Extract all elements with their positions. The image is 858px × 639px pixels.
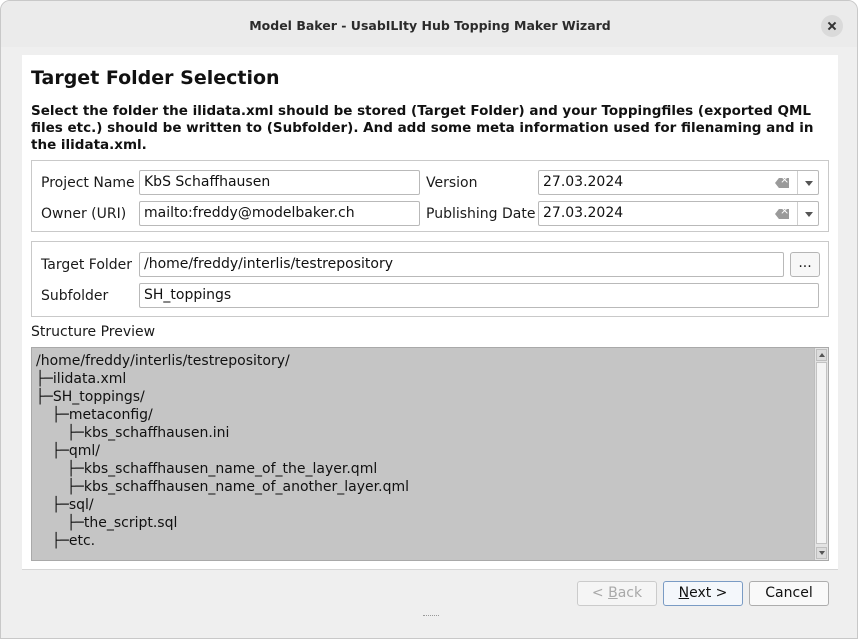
scroll-up-icon[interactable] <box>816 349 827 361</box>
subfolder-label: Subfolder <box>41 288 109 304</box>
resize-grip-icon[interactable] <box>423 615 439 617</box>
back-mnemonic: B <box>608 585 618 601</box>
close-icon[interactable] <box>821 15 843 37</box>
page-description: Select the folder the ilidata.xml should… <box>31 103 814 153</box>
publishing-date-value: 27.03.2024 <box>543 205 624 221</box>
target-folder-label: Target Folder <box>41 257 133 273</box>
version-date-value: 27.03.2024 <box>543 174 624 190</box>
tree-item: ├─ilidata.xml <box>36 371 127 387</box>
version-date-edit[interactable]: 27.03.2024 <box>538 170 819 195</box>
owner-input[interactable]: mailto:freddy@modelbaker.ch <box>139 201 420 226</box>
tree-item: ├─kbs_schaffhausen_name_of_the_layer.qml <box>67 461 378 477</box>
next-mnemonic: N <box>678 585 690 601</box>
next-rest: ext > <box>689 585 728 601</box>
page-title: Target Folder Selection <box>31 67 280 89</box>
back-button[interactable]: < Back <box>577 581 657 606</box>
tree-item: ├─etc. <box>52 533 96 549</box>
owner-label: Owner (URI) <box>41 206 127 222</box>
tree-item: ├─qml/ <box>52 443 100 459</box>
tree-item: ├─kbs_schaffhausen.ini <box>67 425 230 441</box>
tree-item: ├─sql/ <box>52 497 94 513</box>
structure-preview[interactable]: /home/freddy/interlis/testrepository/ ├─… <box>31 347 829 561</box>
tree-item: ├─kbs_schaffhausen_name_of_another_layer… <box>67 479 409 495</box>
back-rest: ack <box>617 585 643 601</box>
window-title: Model Baker - UsabILIty Hub Topping Make… <box>249 18 611 33</box>
publishing-date-label: Publishing Date <box>426 206 536 222</box>
clear-icon[interactable] <box>775 209 789 219</box>
project-name-input[interactable]: KbS Schaffhausen <box>139 170 420 195</box>
scroll-track[interactable] <box>816 362 827 544</box>
scroll-down-icon[interactable] <box>816 547 827 559</box>
divider <box>797 171 798 194</box>
tree-item: ├─metaconfig/ <box>52 407 153 423</box>
tree-item: /home/freddy/interlis/testrepository/ <box>36 353 290 369</box>
next-button[interactable]: Next > <box>663 581 743 606</box>
tree-item: ├─SH_toppings/ <box>36 389 145 405</box>
publishing-date-edit[interactable]: 27.03.2024 <box>538 201 819 226</box>
cancel-button[interactable]: Cancel <box>749 581 829 606</box>
wizard-window: Model Baker - UsabILIty Hub Topping Make… <box>0 0 858 639</box>
tree-item: ├─the_script.sql <box>67 515 178 531</box>
chevron-down-icon[interactable] <box>799 202 819 225</box>
clear-icon[interactable] <box>775 178 789 188</box>
subfolder-input[interactable]: SH_toppings <box>139 283 819 308</box>
structure-preview-label: Structure Preview <box>31 324 156 340</box>
chevron-down-icon[interactable] <box>799 171 819 194</box>
back-prefix: < <box>591 585 609 601</box>
browse-button[interactable]: ... <box>790 252 820 277</box>
preview-scrollbar[interactable] <box>814 348 828 560</box>
divider <box>797 202 798 225</box>
version-label: Version <box>426 175 478 191</box>
project-name-label: Project Name <box>41 175 135 191</box>
divider <box>22 569 838 570</box>
target-folder-input[interactable]: /home/freddy/interlis/testrepository <box>139 252 784 277</box>
title-bar[interactable]: Model Baker - UsabILIty Hub Topping Make… <box>1 1 857 47</box>
